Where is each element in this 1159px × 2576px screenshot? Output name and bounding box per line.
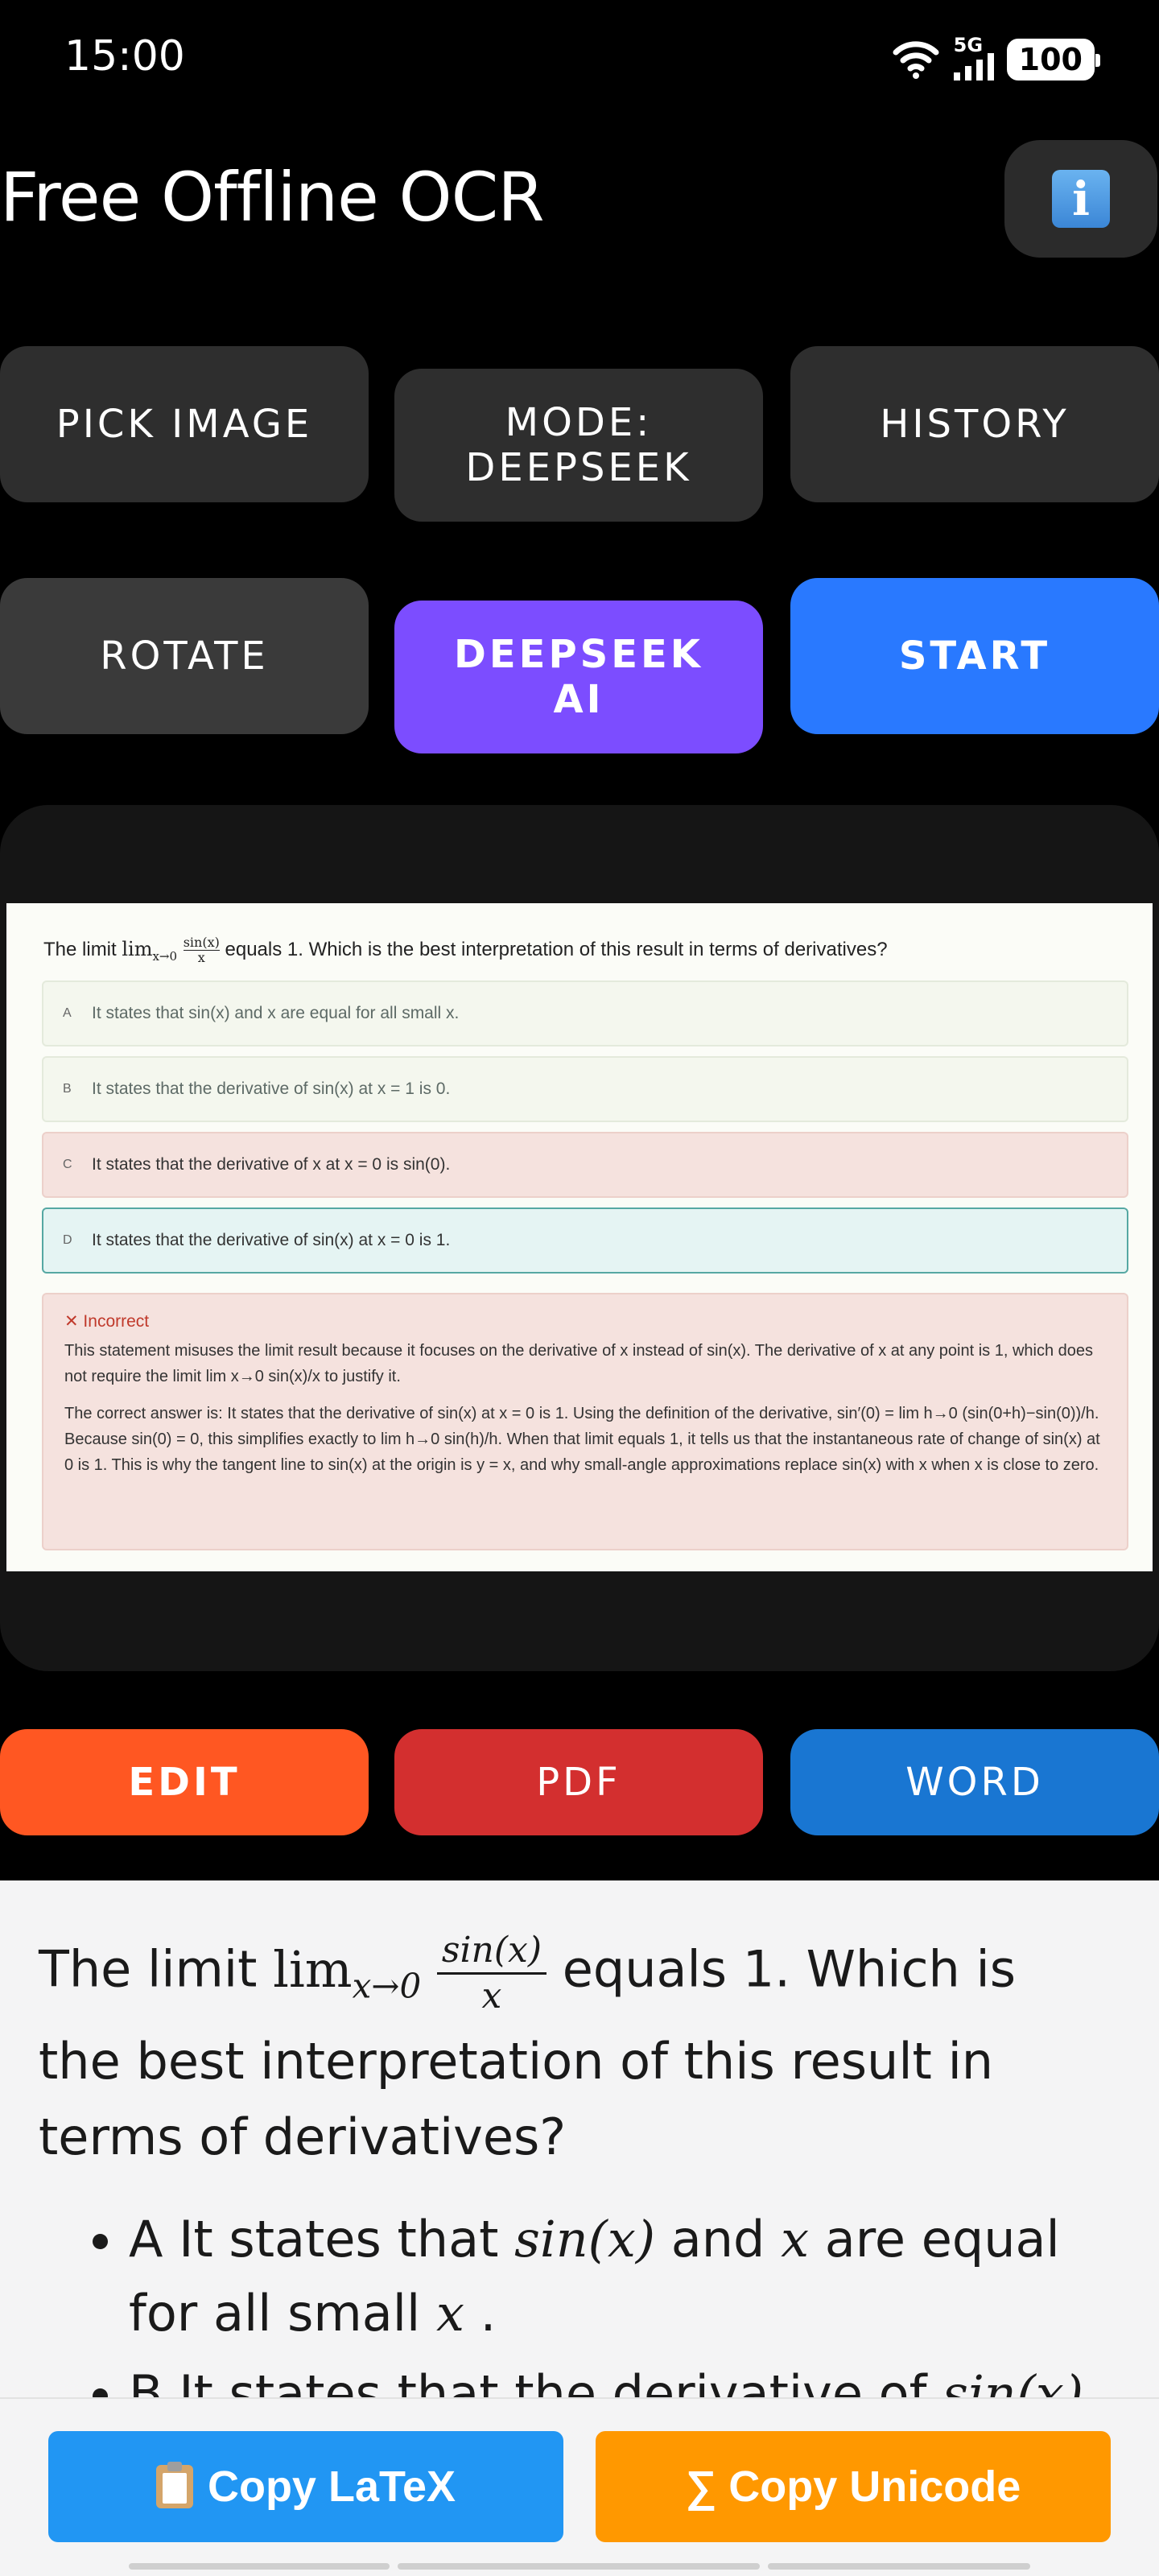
option-text: It states that sin(x) and x are equal fo… [92,1004,460,1022]
option-letter: C [63,1158,72,1171]
mode-button[interactable]: MODE: DEEPSEEK [394,369,763,522]
preview-frac-num: sin(x) [183,935,220,951]
preview-question-pre: The limit [43,939,122,960]
scroll-indicator [129,2563,390,2570]
rendered-opt-math: sin(x) [514,2210,656,2268]
preview-fraction: sin(x) x [183,935,220,965]
app-title: Free Offline OCR [0,158,545,237]
rendered-option-a: A It states that sin(x) and x are equal … [129,2202,1127,2351]
rendered-opt-math: x [435,2284,464,2343]
rendered-fraction: sin(x) x [436,1929,547,2018]
option-letter: A [63,1006,72,1020]
option-text: It states that the derivative of sin(x) … [92,1231,451,1249]
start-button[interactable]: START [790,578,1159,734]
copy-latex-label: Copy LaTeX [207,2462,456,2511]
preview-image[interactable]: The limit limx→0 sin(x) x equals 1. Which… [6,903,1153,1571]
option-a[interactable]: A It states that sin(x) and x are equal … [42,980,1128,1046]
feedback-paragraph-1: This statement misuses the limit result … [64,1342,1094,1385]
option-d[interactable]: D It states that the derivative of sin(x… [42,1208,1128,1274]
option-letter: B [63,1082,72,1096]
option-text: It states that the derivative of x at x … [92,1155,451,1174]
status-icons: 5G 100 [893,34,1101,82]
rotate-button[interactable]: ROTATE [0,578,369,734]
preview-lim-sub: x→0 [152,948,178,964]
rendered-opt-text: and [655,2210,782,2268]
scroll-indicator [768,2563,1030,2570]
preview-question: The limit limx→0 sin(x) x equals 1. Which… [43,935,888,965]
clipboard-icon [155,2462,193,2508]
info-button[interactable]: i [1004,140,1157,258]
word-button[interactable]: WORD [790,1729,1159,1835]
rendered-opt-text: A It states that [129,2210,515,2268]
copy-unicode-button[interactable]: ∑ Copy Unicode [596,2431,1111,2542]
rendered-lim: lim [273,1939,353,1999]
pdf-button[interactable]: PDF [394,1729,763,1835]
feedback-box: ✕ Incorrect This statement misuses the l… [42,1293,1128,1550]
copy-unicode-label: ∑ Copy Unicode [685,2462,1021,2511]
option-letter: D [63,1233,72,1247]
rendered-opt-math: x [781,2210,810,2268]
history-button[interactable]: HISTORY [790,346,1159,502]
rendered-q-pre: The limit [39,1939,274,1999]
scroll-indicator [398,2563,760,2570]
copy-latex-button[interactable]: Copy LaTeX [48,2431,563,2542]
status-bar: 15:00 5G 100 [0,0,1159,121]
info-icon: i [1052,170,1110,228]
wifi-icon [893,39,939,80]
network-type: 5G [953,34,984,56]
preview-question-post: equals 1. Which is the best interpretati… [219,939,888,960]
rendered-q-math: limx→0 sin(x) x [273,1930,547,2017]
signal-icon: 5G [951,34,996,82]
battery-indicator: 100 [1006,39,1101,80]
feedback-paragraph-2: The correct answer is: It states that th… [64,1405,1100,1474]
edit-button[interactable]: EDIT [0,1729,369,1835]
preview-frac-den: x [197,950,205,965]
option-b[interactable]: B It states that the derivative of sin(x… [42,1056,1128,1122]
rendered-frac-num: sin(x) [436,1929,547,1975]
rendered-frac-den: x [481,1975,502,2017]
preview-lim: lim [122,938,153,960]
pick-image-button[interactable]: PICK IMAGE [0,346,369,502]
rendered-lim-sub: x→0 [352,1966,422,2006]
preview-question-lim: limx→0 sin(x) x [122,935,220,965]
option-text: It states that the derivative of sin(x) … [92,1080,451,1098]
status-time: 15:00 [64,32,185,80]
deepseek-ai-button[interactable]: DEEPSEEK AI [394,601,763,753]
feedback-heading: ✕ Incorrect [64,1312,150,1331]
rendered-opt-text: . [464,2284,497,2343]
option-c[interactable]: C It states that the derivative of x at … [42,1132,1128,1198]
rendered-question: The limit limx→0 sin(x) x equals 1. Which… [39,1929,1069,2175]
